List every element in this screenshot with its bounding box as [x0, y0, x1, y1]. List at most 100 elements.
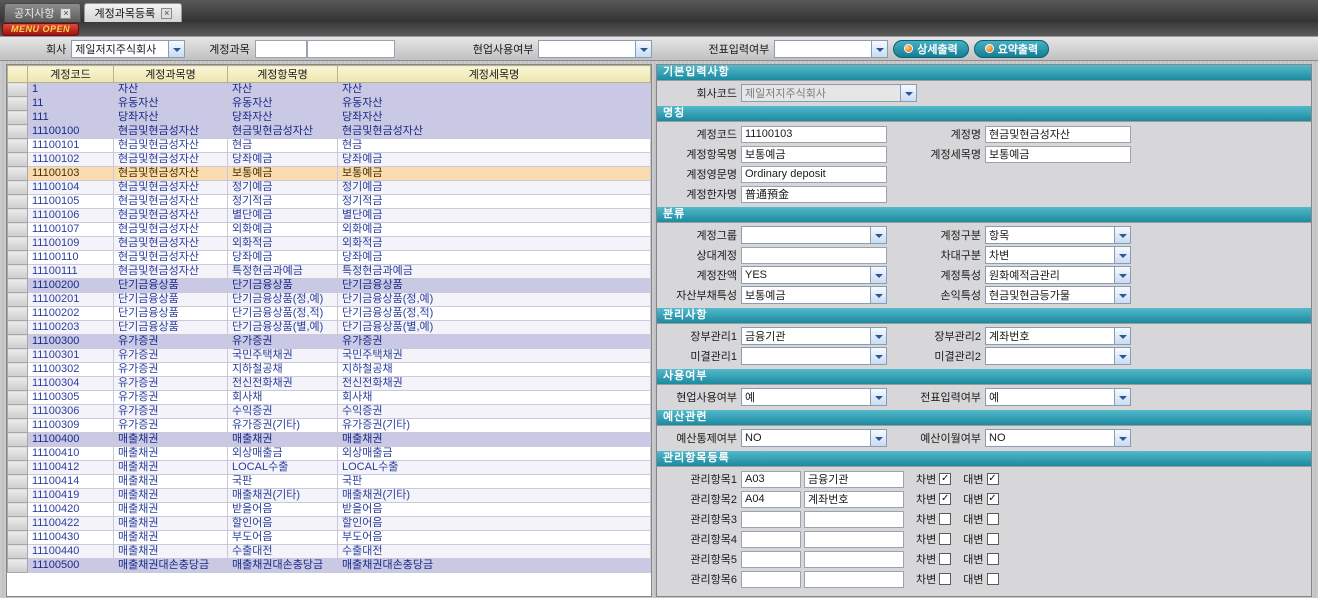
table-row[interactable]: 11100109현금및현금성자산외화적금외화적금	[8, 237, 651, 251]
table-row[interactable]: 11100107현금및현금성자산외화예금외화예금	[8, 223, 651, 237]
mgmt-item-6-credit-checkbox[interactable]	[987, 573, 999, 585]
budget-control-select[interactable]: NO	[741, 429, 887, 447]
table-row[interactable]: 1자산자산자산	[8, 83, 651, 97]
mgmt-item-5-credit-checkbox[interactable]	[987, 553, 999, 565]
mgmt-item-2-name-input[interactable]	[804, 491, 904, 508]
row-selector-cell[interactable]	[8, 489, 28, 503]
row-selector-cell[interactable]	[8, 391, 28, 405]
table-row[interactable]: 11100410매출채권외상매출금외상매출금	[8, 447, 651, 461]
ledger-mgmt2-select[interactable]: 계좌번호	[985, 327, 1131, 345]
account-item-name-input[interactable]	[741, 146, 887, 163]
table-row[interactable]: 11100306유가증권수익증권수익증권	[8, 405, 651, 419]
mgmt-item-1-credit-checkbox[interactable]: ✓	[987, 473, 999, 485]
mgmt-item-2-debit-checkbox[interactable]: ✓	[939, 493, 951, 505]
biz-use-select[interactable]: 예	[741, 388, 887, 406]
tab-notice-close-icon[interactable]: ×	[60, 8, 71, 19]
table-row[interactable]: 11100202단기금융상품단기금융상품(정,적)단기금융상품(정,적)	[8, 307, 651, 321]
pending-mgmt2-select[interactable]	[985, 347, 1131, 365]
company-code-select[interactable]: 제일저지주식회사	[741, 84, 917, 102]
table-row[interactable]: 11100203단기금융상품단기금융상품(별,예)단기금융상품(별,예)	[8, 321, 651, 335]
row-selector-cell[interactable]	[8, 419, 28, 433]
row-selector-cell[interactable]	[8, 167, 28, 181]
account-balance-select[interactable]: YES	[741, 266, 887, 284]
table-row[interactable]: 11100102현금및현금성자산당좌예금당좌예금	[8, 153, 651, 167]
row-selector-cell[interactable]	[8, 223, 28, 237]
pending-mgmt1-select[interactable]	[741, 347, 887, 365]
row-selector-cell[interactable]	[8, 139, 28, 153]
table-row[interactable]: 11100301유가증권국민주택채권국민주택채권	[8, 349, 651, 363]
row-selector-cell[interactable]	[8, 83, 28, 97]
company-select[interactable]: 제일저지주식회사	[71, 40, 185, 58]
row-selector-cell[interactable]	[8, 517, 28, 531]
profit-loss-characteristic-select[interactable]: 현금및현금등가물	[985, 286, 1131, 304]
mgmt-item-5-debit-checkbox[interactable]	[939, 553, 951, 565]
table-row[interactable]: 11100111현금및현금성자산특정현금과예금특정현금과예금	[8, 265, 651, 279]
table-row[interactable]: 11100400매출채권매출채권매출채권	[8, 433, 651, 447]
detail-print-button[interactable]: 상세출력	[893, 40, 968, 58]
table-row[interactable]: 11100309유가증권유가증권(기타)유가증권(기타)	[8, 419, 651, 433]
mgmt-item-4-credit-checkbox[interactable]	[987, 533, 999, 545]
mgmt-item-5-code-input[interactable]	[741, 551, 801, 568]
row-selector-cell[interactable]	[8, 545, 28, 559]
table-row[interactable]: 11100106현금및현금성자산별단예금별단예금	[8, 209, 651, 223]
table-row[interactable]: 11100419매출채권매출채권(기타)매출채권(기타)	[8, 489, 651, 503]
account-english-name-input[interactable]	[741, 166, 887, 183]
account-name-filter-input[interactable]	[307, 40, 395, 58]
table-row[interactable]: 11100422매출채권할인어음할인어음	[8, 517, 651, 531]
mgmt-item-5-name-input[interactable]	[804, 551, 904, 568]
row-selector-cell[interactable]	[8, 97, 28, 111]
mgmt-item-2-code-input[interactable]	[741, 491, 801, 508]
row-selector-cell[interactable]	[8, 181, 28, 195]
mgmt-item-4-code-input[interactable]	[741, 531, 801, 548]
table-row[interactable]: 11100420매출채권받을어음받을어음	[8, 503, 651, 517]
table-row[interactable]: 11100100현금및현금성자산현금및현금성자산현금및현금성자산	[8, 125, 651, 139]
mgmt-item-6-debit-checkbox[interactable]	[939, 573, 951, 585]
row-selector-cell[interactable]	[8, 461, 28, 475]
table-row[interactable]: 11유동자산유동자산유동자산	[8, 97, 651, 111]
summary-print-button[interactable]: 요약출력	[974, 40, 1049, 58]
table-row[interactable]: 11100300유가증권유가증권유가증권	[8, 335, 651, 349]
table-row[interactable]: 11100412매출채권LOCAL수출LOCAL수출	[8, 461, 651, 475]
row-selector-cell[interactable]	[8, 447, 28, 461]
mgmt-item-6-code-input[interactable]	[741, 571, 801, 588]
mgmt-item-1-name-input[interactable]	[804, 471, 904, 488]
table-row[interactable]: 11100103현금및현금성자산보통예금보통예금	[8, 167, 651, 181]
table-row[interactable]: 11100201단기금융상품단기금융상품(정,예)단기금융상품(정,예)	[8, 293, 651, 307]
row-selector-cell[interactable]	[8, 251, 28, 265]
table-row[interactable]: 11100110현금및현금성자산당좌예금당좌예금	[8, 251, 651, 265]
row-selector-cell[interactable]	[8, 377, 28, 391]
row-selector-cell[interactable]	[8, 363, 28, 377]
budget-carryover-select[interactable]: NO	[985, 429, 1131, 447]
table-row[interactable]: 11100500매출채권대손충당금매출채권대손충당금매출채권대손충당금	[8, 559, 651, 573]
table-row[interactable]: 11100304유가증권전신전화채권전신전화채권	[8, 377, 651, 391]
column-header-account-item-name[interactable]: 계정항목명	[228, 66, 338, 83]
tab-notice[interactable]: 공지사항 ×	[4, 3, 81, 22]
row-selector-cell[interactable]	[8, 321, 28, 335]
table-row[interactable]: 11100430매출채권부도어음부도어음	[8, 531, 651, 545]
column-header-account-name[interactable]: 계정과목명	[114, 66, 228, 83]
account-group-select[interactable]	[741, 226, 887, 244]
menu-open-button[interactable]: MENU OPEN	[2, 23, 79, 36]
account-name-input[interactable]	[985, 126, 1131, 143]
mgmt-item-4-debit-checkbox[interactable]	[939, 533, 951, 545]
row-selector-cell[interactable]	[8, 195, 28, 209]
row-selector-cell[interactable]	[8, 475, 28, 489]
account-division-select[interactable]: 항목	[985, 226, 1131, 244]
debit-credit-division-select[interactable]: 차변	[985, 246, 1131, 264]
mgmt-item-6-name-input[interactable]	[804, 571, 904, 588]
mgmt-item-4-name-input[interactable]	[804, 531, 904, 548]
mgmt-item-2-credit-checkbox[interactable]: ✓	[987, 493, 999, 505]
row-selector-cell[interactable]	[8, 293, 28, 307]
account-code-filter-input[interactable]	[255, 40, 307, 58]
table-row[interactable]: 11100440매출채권수출대전수출대전	[8, 545, 651, 559]
column-header-account-detail-name[interactable]: 계정세목명	[338, 66, 651, 83]
table-row[interactable]: 11100200단기금융상품단기금융상품단기금융상품	[8, 279, 651, 293]
account-characteristic-select[interactable]: 원화예적금관리	[985, 266, 1131, 284]
biz-use-filter-select[interactable]	[538, 40, 652, 58]
table-row[interactable]: 11100101현금및현금성자산현금현금	[8, 139, 651, 153]
account-hanja-name-input[interactable]	[741, 186, 887, 203]
row-selector-cell[interactable]	[8, 307, 28, 321]
ledger-mgmt1-select[interactable]: 금융기관	[741, 327, 887, 345]
tab-account-registration[interactable]: 계정과목등록 ×	[84, 3, 182, 22]
row-selector-cell[interactable]	[8, 279, 28, 293]
